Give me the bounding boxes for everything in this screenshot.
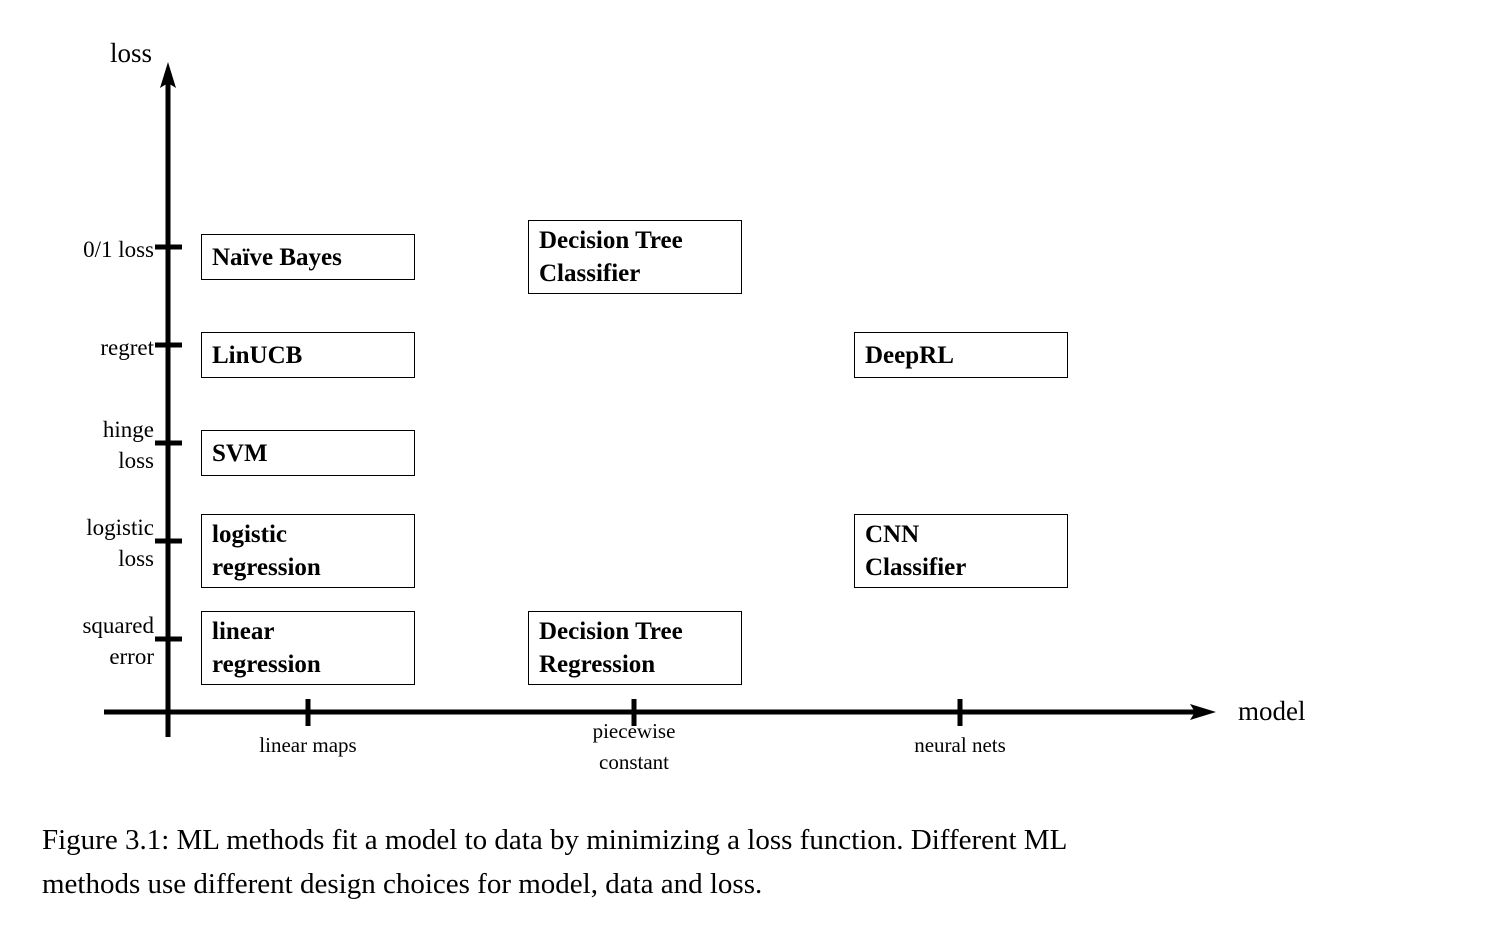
figure-caption-line-1: Figure 3.1: ML methods fit a model to da… — [42, 824, 1068, 856]
figure-3-1: loss model 0/1 loss regret hinge loss lo… — [0, 0, 1498, 928]
method-box-deeprl[interactable]: DeepRL — [854, 332, 1068, 378]
x-tick-label-neural-nets: neural nets — [914, 733, 1006, 757]
method-box-logistic-regression[interactable]: logistic regression — [201, 514, 415, 588]
y-tick-label-regret: regret — [100, 335, 154, 360]
x-tick-label-piecewise-constant: piecewise constant — [592, 719, 676, 775]
method-box-linear-regression[interactable]: linear regression — [201, 611, 415, 685]
method-box-linucb[interactable]: LinUCB — [201, 332, 415, 378]
x-axis-title: model — [1238, 696, 1306, 726]
y-tick-label-hinge-loss: hinge loss — [102, 417, 154, 474]
y-axis-title: loss — [110, 38, 153, 68]
y-tick-label-squared-error: squared error — [82, 613, 154, 670]
plot-area: loss model 0/1 loss regret hinge loss lo… — [0, 0, 1498, 800]
figure-caption-line-2: methods use different design choices for… — [42, 868, 763, 901]
method-box-cnn-classifier[interactable]: CNN Classifier — [854, 514, 1068, 588]
x-tick-label-linear-maps: linear maps — [259, 733, 357, 757]
method-box-decision-tree-regression[interactable]: Decision Tree Regression — [528, 611, 742, 685]
method-box-naive-bayes[interactable]: Naïve Bayes — [201, 234, 415, 280]
y-tick-label-logistic-loss: logistic loss — [86, 515, 154, 572]
method-box-decision-tree-classifier[interactable]: Decision Tree Classifier — [528, 220, 742, 294]
y-tick-label-zero-one-loss: 0/1 loss — [83, 237, 154, 262]
method-box-svm[interactable]: SVM — [201, 430, 415, 476]
figure-caption: Figure 3.1: ML methods fit a model to da… — [42, 818, 1476, 906]
